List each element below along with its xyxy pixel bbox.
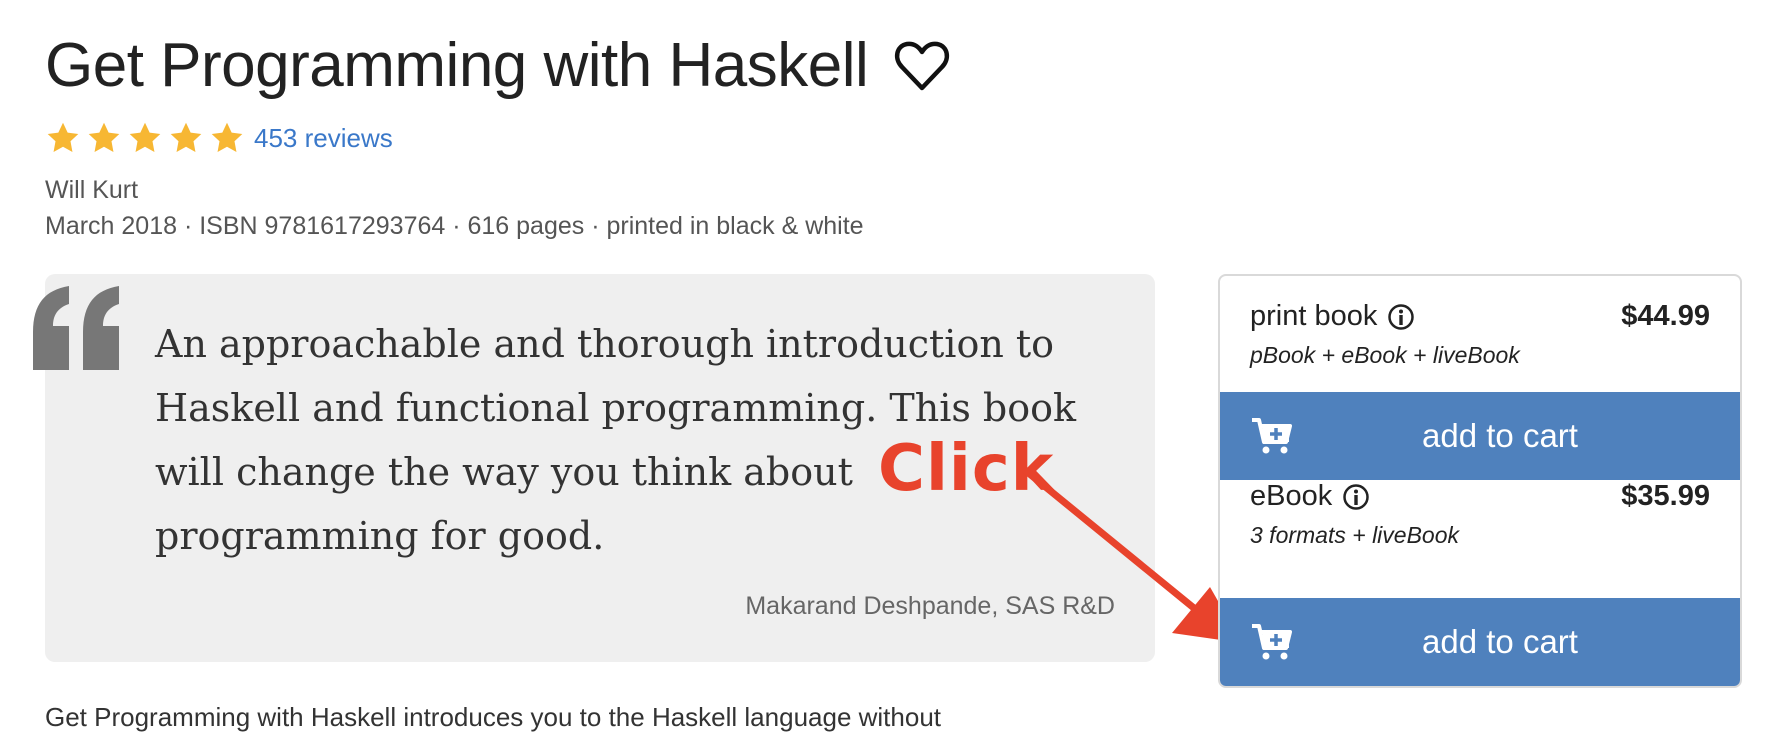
option-includes: pBook + eBook + liveBook — [1250, 342, 1520, 368]
rating: 453 reviews — [45, 120, 393, 156]
star-icon — [88, 122, 120, 152]
info-icon[interactable] — [1387, 303, 1415, 331]
option-price: $44.99 — [1621, 300, 1710, 332]
option-name-label: print book — [1250, 300, 1378, 332]
heart-icon[interactable] — [894, 40, 950, 92]
description-text: Get Programming with Haskell introduces … — [45, 702, 942, 732]
add-to-cart-ebook-button[interactable]: add to cart — [1220, 598, 1740, 686]
add-to-cart-label: add to cart — [1422, 623, 1578, 660]
star-icon — [170, 122, 202, 152]
book-meta: March 2018 · ISBN 9781617293764 · 616 pa… — [45, 212, 864, 240]
quote-icon — [33, 286, 119, 370]
page-title: Get Programming with Haskell — [45, 31, 869, 100]
option-name-label: eBook — [1250, 480, 1333, 512]
option-includes: 3 formats + liveBook — [1250, 522, 1460, 548]
option-print-book: print book $44.99 pBook + eBook + liveBo… — [1220, 276, 1740, 390]
option-name: eBook — [1250, 480, 1370, 513]
purchase-panel: print book $44.99 pBook + eBook + liveBo… — [1218, 274, 1742, 688]
star-icon — [47, 122, 79, 152]
option-name: print book — [1250, 300, 1415, 333]
annotation-arrow-icon — [1022, 467, 1242, 643]
reviews-link[interactable]: 453 reviews — [254, 123, 393, 154]
author-name[interactable]: Will Kurt — [45, 176, 138, 205]
info-icon[interactable] — [1342, 483, 1370, 511]
star-icon — [129, 122, 161, 152]
star-rating — [45, 120, 250, 156]
title-row: Get Programming with Haskell — [45, 30, 950, 101]
add-to-cart-label: add to cart — [1422, 417, 1578, 454]
option-ebook: eBook $35.99 3 formats + liveBook — [1220, 456, 1740, 570]
star-icon — [211, 122, 243, 152]
option-price: $35.99 — [1621, 480, 1710, 512]
